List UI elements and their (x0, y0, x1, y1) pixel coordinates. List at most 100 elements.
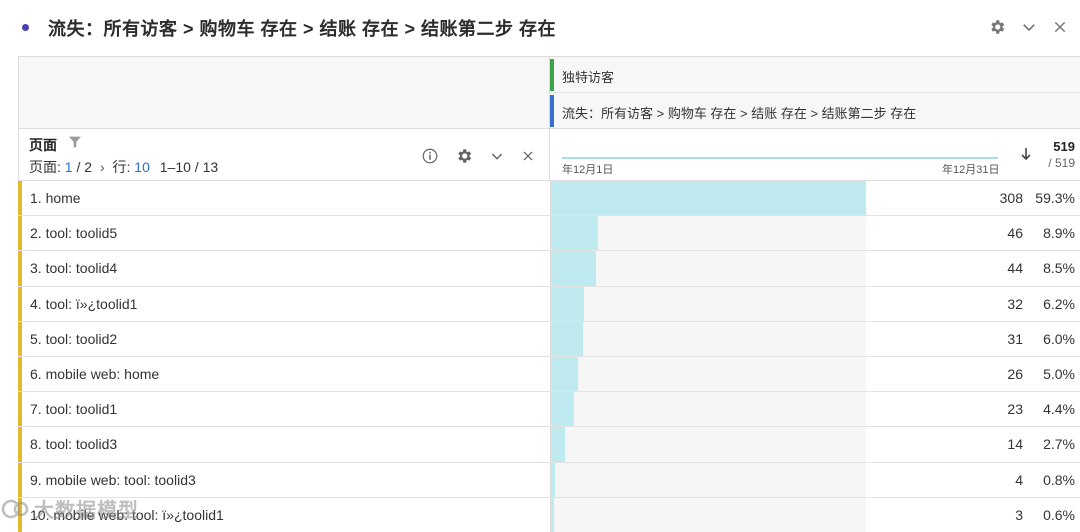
dimension-title[interactable]: 页面 (29, 135, 57, 155)
page-label: 页面: (29, 159, 61, 175)
row-bar-track (551, 251, 866, 286)
row-value-cell: 44 8.5% (550, 251, 1080, 286)
metric-segment-label: 流失：所有访客 > 购物车 存在 > 结账 存在 > 结账第二步 存在 (562, 106, 917, 121)
row-bar-fill (551, 356, 578, 392)
row-count: 46 (1007, 225, 1023, 242)
row-value-cell: 3 0.6% (550, 497, 1080, 532)
row-accent (18, 321, 22, 356)
table-row[interactable]: 4. tool: ï»¿toolid1 32 6.2% (18, 286, 1080, 322)
row-label[interactable]: 5. tool: toolid2 (30, 322, 117, 357)
row-value-cell: 23 4.4% (550, 392, 1080, 427)
row-percent: 8.9% (1043, 225, 1075, 242)
sparkline[interactable] (562, 157, 998, 159)
table-row[interactable]: 2. tool: toolid5 46 8.9% (18, 216, 1080, 252)
row-value-cell: 308 59.3% (550, 181, 1080, 216)
row-label[interactable]: 4. tool: ï»¿toolid1 (30, 287, 137, 322)
row-bar-fill (551, 181, 866, 216)
page-total: / 2 (76, 159, 93, 175)
gear-icon[interactable] (988, 18, 1006, 36)
row-percent: 6.2% (1043, 295, 1075, 312)
table-row[interactable]: 10. mobile web: tool: ï»¿toolid1 3 0.6% (18, 497, 1080, 532)
row-percent: 0.8% (1043, 471, 1075, 488)
watermark-text: 大数据模型 (34, 500, 139, 522)
info-icon[interactable] (421, 147, 439, 170)
row-bar-fill (551, 216, 599, 251)
table-row[interactable]: 3. tool: toolid4 44 8.5% (18, 251, 1080, 287)
table-corner (19, 57, 550, 129)
row-label[interactable]: 7. tool: toolid1 (30, 392, 117, 427)
row-accent (18, 427, 22, 462)
freeform-table: 独特访客 流失：所有访客 > 购物车 存在 > 结账 存在 > 结账第二步 存在… (18, 56, 1080, 532)
rows-per-page-link[interactable]: 10 (134, 159, 150, 175)
metric-segment-row[interactable]: 流失：所有访客 > 购物车 存在 > 结账 存在 > 结账第二步 存在 (550, 93, 1080, 129)
close-icon[interactable] (521, 149, 535, 168)
pagination: 页面: 1 / 2 › 行: 10 1–10 / 13 (29, 157, 218, 177)
row-bar-track (551, 356, 866, 392)
table-row[interactable]: 5. tool: toolid2 31 6.0% (18, 321, 1080, 357)
row-label[interactable]: 1. home (30, 181, 81, 216)
row-percent: 6.0% (1043, 330, 1075, 347)
page-current-link[interactable]: 1 (65, 159, 73, 175)
row-label[interactable]: 3. tool: toolid4 (30, 251, 117, 286)
close-icon[interactable] (1052, 19, 1068, 35)
row-bar-fill (551, 427, 566, 462)
row-value-cell: 4 0.8% (550, 462, 1080, 497)
rows-label: 行: (112, 159, 131, 175)
row-count: 308 (999, 190, 1023, 206)
row-value-cell: 46 8.9% (550, 216, 1080, 251)
dimension-controls (421, 147, 535, 170)
row-percent: 2.7% (1043, 436, 1075, 453)
row-accent (18, 216, 22, 251)
table-row[interactable]: 6. mobile web: home 26 5.0% (18, 356, 1080, 393)
row-percent: 59.3% (1035, 190, 1075, 206)
table-row[interactable]: 8. tool: toolid3 14 2.7% (18, 427, 1080, 463)
row-bar-track (551, 392, 866, 427)
row-bar-track (551, 427, 866, 462)
watermark: 大数据模型 (0, 494, 139, 523)
next-page-icon[interactable]: › (100, 159, 105, 175)
table-body: 1. home 308 59.3% 2. tool: toolid5 46 8.9% 3. … (18, 181, 1080, 532)
row-percent: 8.5% (1043, 260, 1075, 277)
row-bar-fill (551, 497, 555, 532)
panel-bullet (22, 24, 29, 31)
row-value-cell: 32 6.2% (550, 286, 1080, 321)
table-row[interactable]: 7. tool: toolid1 23 4.4% (18, 392, 1080, 428)
table-row[interactable]: 1. home 308 59.3% (18, 181, 1080, 217)
row-bar-fill (551, 392, 575, 427)
chevron-down-icon[interactable] (489, 148, 505, 169)
row-bar-fill (551, 321, 583, 356)
row-percent: 5.0% (1043, 365, 1075, 382)
filter-icon[interactable] (67, 134, 83, 155)
watermark-logo-icon (1, 499, 29, 518)
metric-drag-handle[interactable] (550, 59, 554, 91)
row-percent: 4.4% (1043, 401, 1075, 418)
row-label[interactable]: 8. tool: toolid3 (30, 427, 117, 462)
row-count: 14 (1007, 436, 1023, 453)
segment-drag-handle[interactable] (550, 95, 554, 127)
column-total: 519 (1053, 139, 1075, 154)
row-range: 1–10 / 13 (159, 159, 219, 175)
table-row[interactable]: 9. mobile web: tool: toolid3 4 0.8% (18, 462, 1080, 498)
row-bar-track (551, 321, 866, 356)
sort-descending-icon[interactable] (1020, 147, 1032, 166)
row-label[interactable]: 9. mobile web: tool: toolid3 (30, 463, 196, 498)
row-count: 31 (1007, 330, 1023, 347)
gear-icon[interactable] (455, 147, 473, 170)
row-label[interactable]: 6. mobile web: home (30, 357, 159, 392)
row-value-cell: 31 6.0% (550, 321, 1080, 356)
row-bar-fill (551, 251, 597, 286)
row-count: 44 (1007, 260, 1023, 277)
row-accent (18, 392, 22, 427)
trend-header: 年12月1日 年12月31日 519 / 519 (550, 129, 1080, 181)
column-total-of: / 519 (1048, 156, 1075, 170)
trend-start-date: 年12月1日 (562, 164, 614, 176)
panel-header: 流失：所有访客 > 购物车 存在 > 结账 存在 > 结账第二步 存在 (0, 0, 1080, 56)
row-count: 4 (1015, 471, 1023, 488)
row-accent (18, 181, 22, 216)
row-count: 32 (1007, 295, 1023, 312)
row-accent (18, 462, 22, 497)
row-label[interactable]: 2. tool: toolid5 (30, 216, 117, 251)
metric-primary-row[interactable]: 独特访客 (550, 57, 1080, 93)
chevron-down-icon[interactable] (1020, 18, 1038, 36)
panel-title: 流失：所有访客 > 购物车 存在 > 结账 存在 > 结账第二步 存在 (48, 19, 557, 39)
